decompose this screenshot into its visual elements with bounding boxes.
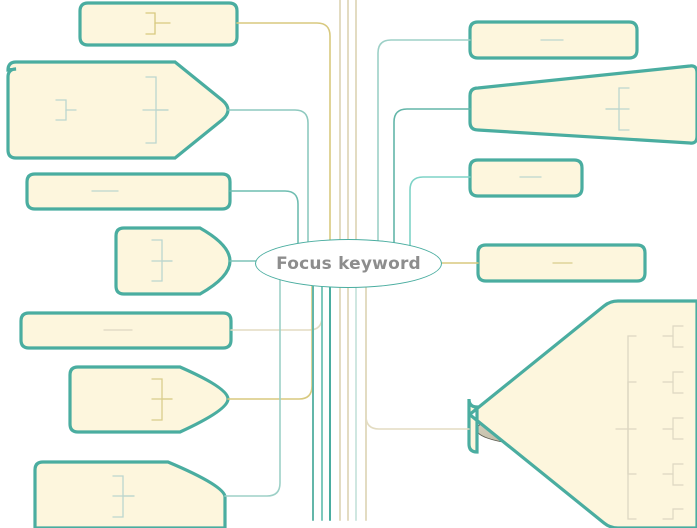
conn-toc-h5 — [627, 428, 637, 475]
conn-toc-h3 — [627, 381, 637, 430]
conn-keyword-1 — [605, 87, 630, 110]
conn-toc-h2-a — [662, 325, 684, 337]
center-node-focus-keyword[interactable]: Focus keyword — [255, 239, 442, 288]
conn-meta-url — [151, 398, 163, 421]
conn-table-of-contents — [365, 271, 470, 430]
center-node-label: Focus keyword — [276, 253, 421, 274]
conn-links-internal — [145, 12, 171, 24]
conn-sentences — [224, 271, 281, 497]
conn-tag-3 — [151, 260, 163, 282]
conn-sentence-3 — [112, 495, 124, 518]
conn-visual-featured — [145, 76, 169, 111]
conn-image-1 — [55, 99, 77, 111]
conn-sentence-1 — [112, 475, 135, 497]
conn-image-2 — [55, 109, 67, 121]
conn-toc-h5-a — [662, 463, 684, 475]
mindmap-canvas: Internal links External links Links Feat… — [0, 0, 697, 528]
conn-toc-h4-b — [672, 428, 684, 440]
conn-meta — [227, 269, 313, 400]
conn-toc-h3-a — [662, 371, 684, 383]
conn-outline-top — [377, 39, 471, 269]
conn-toc-h6-a — [662, 508, 684, 520]
conn-keyword-3 — [618, 108, 630, 131]
conn-toc-h2-b — [672, 335, 684, 348]
conn-toc-h3-b — [672, 381, 684, 394]
conn-links-external — [145, 22, 156, 35]
conn-visual-video — [145, 109, 157, 144]
conn-links — [236, 22, 331, 269]
conn-toc-h4-a — [662, 417, 684, 430]
conn-toc-h5-b — [672, 473, 684, 486]
conn-tag-1 — [151, 239, 173, 262]
conn-meta-title — [151, 378, 173, 400]
